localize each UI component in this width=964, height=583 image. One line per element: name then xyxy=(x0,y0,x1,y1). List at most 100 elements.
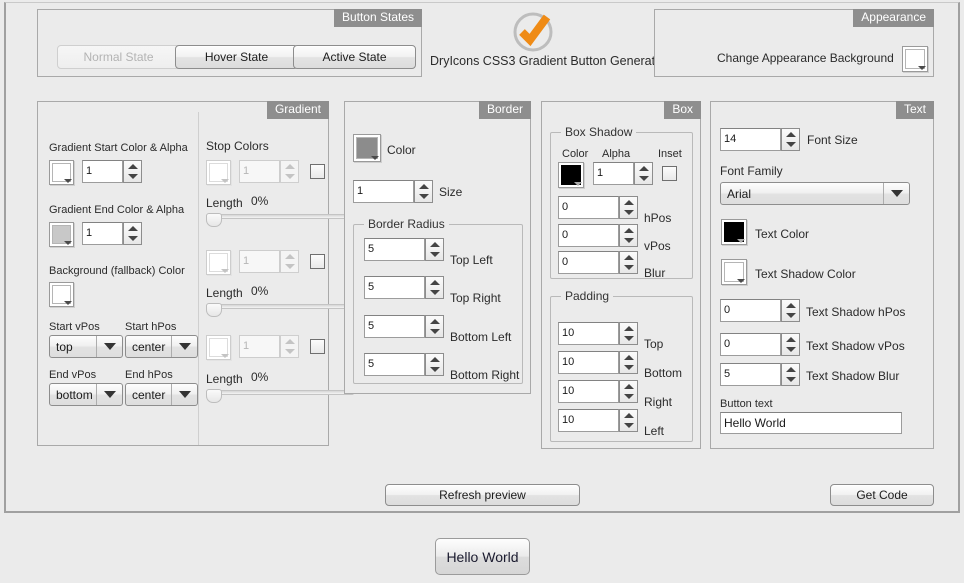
spinner-down-icon[interactable] xyxy=(638,176,649,182)
normal-state-button[interactable]: Normal State xyxy=(57,45,180,69)
border-radius-bottom-right-input[interactable]: 5 xyxy=(364,353,425,376)
box-shadow-alpha-input[interactable]: 1 xyxy=(593,162,634,185)
stop-alpha-spinner-2[interactable] xyxy=(280,250,299,273)
spinner-down-icon[interactable] xyxy=(418,194,429,200)
chevron-down-icon[interactable] xyxy=(96,336,122,357)
spinner-up-icon[interactable] xyxy=(429,241,440,247)
padding-left-input[interactable]: 10 xyxy=(558,409,619,432)
stop-alpha-input-3[interactable]: 1 xyxy=(239,335,280,358)
spinner-up-icon[interactable] xyxy=(418,183,429,189)
padding-left-spinner[interactable] xyxy=(619,409,638,432)
button-text-input[interactable]: Hello World xyxy=(720,412,902,434)
spinner-down-icon[interactable] xyxy=(429,252,440,258)
gradient-end-color-swatch[interactable] xyxy=(49,222,74,247)
chevron-down-icon[interactable] xyxy=(171,384,197,405)
box-shadow-hpos-input[interactable]: 0 xyxy=(558,196,619,219)
spinner-down-icon[interactable] xyxy=(429,290,440,296)
text-shadow-blur-input[interactable]: 5 xyxy=(720,363,781,386)
border-radius-top-right-spinner[interactable] xyxy=(425,276,444,299)
gradient-start-alpha-spinner[interactable] xyxy=(123,160,142,183)
spinner-down-icon[interactable] xyxy=(623,394,634,400)
stop-alpha-spinner-1[interactable] xyxy=(280,160,299,183)
refresh-preview-button[interactable]: Refresh preview xyxy=(385,484,580,506)
spinner-down-icon[interactable] xyxy=(785,142,796,148)
border-radius-top-right-input[interactable]: 5 xyxy=(364,276,425,299)
padding-bottom-input[interactable]: 10 xyxy=(558,351,619,374)
start-hpos-select[interactable]: center xyxy=(125,335,198,358)
spinner-down-icon[interactable] xyxy=(785,347,796,353)
spinner-up-icon[interactable] xyxy=(623,227,634,233)
box-shadow-color-swatch[interactable] xyxy=(558,162,584,188)
gradient-end-alpha-spinner[interactable] xyxy=(123,222,142,245)
stop-length-slider-1[interactable] xyxy=(206,212,354,228)
spinner-down-icon[interactable] xyxy=(284,349,295,355)
spinner-down-icon[interactable] xyxy=(623,265,634,271)
spinner-up-icon[interactable] xyxy=(429,279,440,285)
box-shadow-vpos-spinner[interactable] xyxy=(619,224,638,247)
spinner-down-icon[interactable] xyxy=(785,313,796,319)
text-color-swatch[interactable] xyxy=(721,219,747,245)
gradient-start-color-swatch[interactable] xyxy=(49,160,74,185)
stop-length-slider-3[interactable] xyxy=(206,388,354,404)
slider-thumb[interactable] xyxy=(206,213,222,227)
text-shadow-blur-spinner[interactable] xyxy=(781,363,800,386)
font-family-select[interactable]: Arial xyxy=(720,182,910,205)
stop-enable-checkbox-1[interactable] xyxy=(310,164,325,179)
padding-right-spinner[interactable] xyxy=(619,380,638,403)
spinner-down-icon[interactable] xyxy=(284,264,295,270)
stop-enable-checkbox-3[interactable] xyxy=(310,339,325,354)
spinner-down-icon[interactable] xyxy=(785,377,796,383)
spinner-up-icon[interactable] xyxy=(623,325,634,331)
stop-alpha-input-1[interactable]: 1 xyxy=(239,160,280,183)
spinner-up-icon[interactable] xyxy=(785,336,796,342)
spinner-up-icon[interactable] xyxy=(623,354,634,360)
font-size-spinner[interactable] xyxy=(781,128,800,151)
spinner-up-icon[interactable] xyxy=(284,338,295,344)
spinner-down-icon[interactable] xyxy=(429,367,440,373)
box-shadow-inset-checkbox[interactable] xyxy=(662,166,677,181)
stop-alpha-input-2[interactable]: 1 xyxy=(239,250,280,273)
border-size-input[interactable]: 1 xyxy=(353,180,414,203)
end-hpos-select[interactable]: center xyxy=(125,383,198,406)
spinner-down-icon[interactable] xyxy=(623,423,634,429)
spinner-up-icon[interactable] xyxy=(429,318,440,324)
box-shadow-blur-spinner[interactable] xyxy=(619,251,638,274)
spinner-down-icon[interactable] xyxy=(127,236,138,242)
padding-bottom-spinner[interactable] xyxy=(619,351,638,374)
stop-color-swatch-2[interactable] xyxy=(206,250,231,275)
hover-state-button[interactable]: Hover State xyxy=(175,45,298,69)
text-shadow-color-swatch[interactable] xyxy=(721,259,747,285)
border-radius-top-left-spinner[interactable] xyxy=(425,238,444,261)
stop-alpha-spinner-3[interactable] xyxy=(280,335,299,358)
chevron-down-icon[interactable] xyxy=(171,336,197,357)
padding-top-input[interactable]: 10 xyxy=(558,322,619,345)
text-shadow-hpos-spinner[interactable] xyxy=(781,299,800,322)
border-radius-bottom-left-input[interactable]: 5 xyxy=(364,315,425,338)
spinner-down-icon[interactable] xyxy=(623,336,634,342)
spinner-up-icon[interactable] xyxy=(623,383,634,389)
box-shadow-hpos-spinner[interactable] xyxy=(619,196,638,219)
border-radius-bottom-left-spinner[interactable] xyxy=(425,315,444,338)
spinner-down-icon[interactable] xyxy=(429,329,440,335)
spinner-up-icon[interactable] xyxy=(623,254,634,260)
border-radius-bottom-right-spinner[interactable] xyxy=(425,353,444,376)
end-vpos-select[interactable]: bottom xyxy=(49,383,123,406)
spinner-up-icon[interactable] xyxy=(127,163,138,169)
get-code-button[interactable]: Get Code xyxy=(830,484,934,506)
preview-button[interactable]: Hello World xyxy=(435,538,530,575)
active-state-button[interactable]: Active State xyxy=(293,45,416,69)
spinner-down-icon[interactable] xyxy=(623,210,634,216)
box-shadow-vpos-input[interactable]: 0 xyxy=(558,224,619,247)
gradient-background-color-swatch[interactable] xyxy=(49,282,74,307)
box-shadow-alpha-spinner[interactable] xyxy=(634,162,653,185)
spinner-up-icon[interactable] xyxy=(785,366,796,372)
spinner-up-icon[interactable] xyxy=(127,225,138,231)
spinner-up-icon[interactable] xyxy=(785,302,796,308)
spinner-down-icon[interactable] xyxy=(127,174,138,180)
spinner-up-icon[interactable] xyxy=(785,131,796,137)
gradient-end-alpha-input[interactable]: 1 xyxy=(82,222,123,245)
border-radius-top-left-input[interactable]: 5 xyxy=(364,238,425,261)
spinner-up-icon[interactable] xyxy=(638,165,649,171)
chevron-down-icon[interactable] xyxy=(883,183,909,204)
spinner-up-icon[interactable] xyxy=(623,412,634,418)
